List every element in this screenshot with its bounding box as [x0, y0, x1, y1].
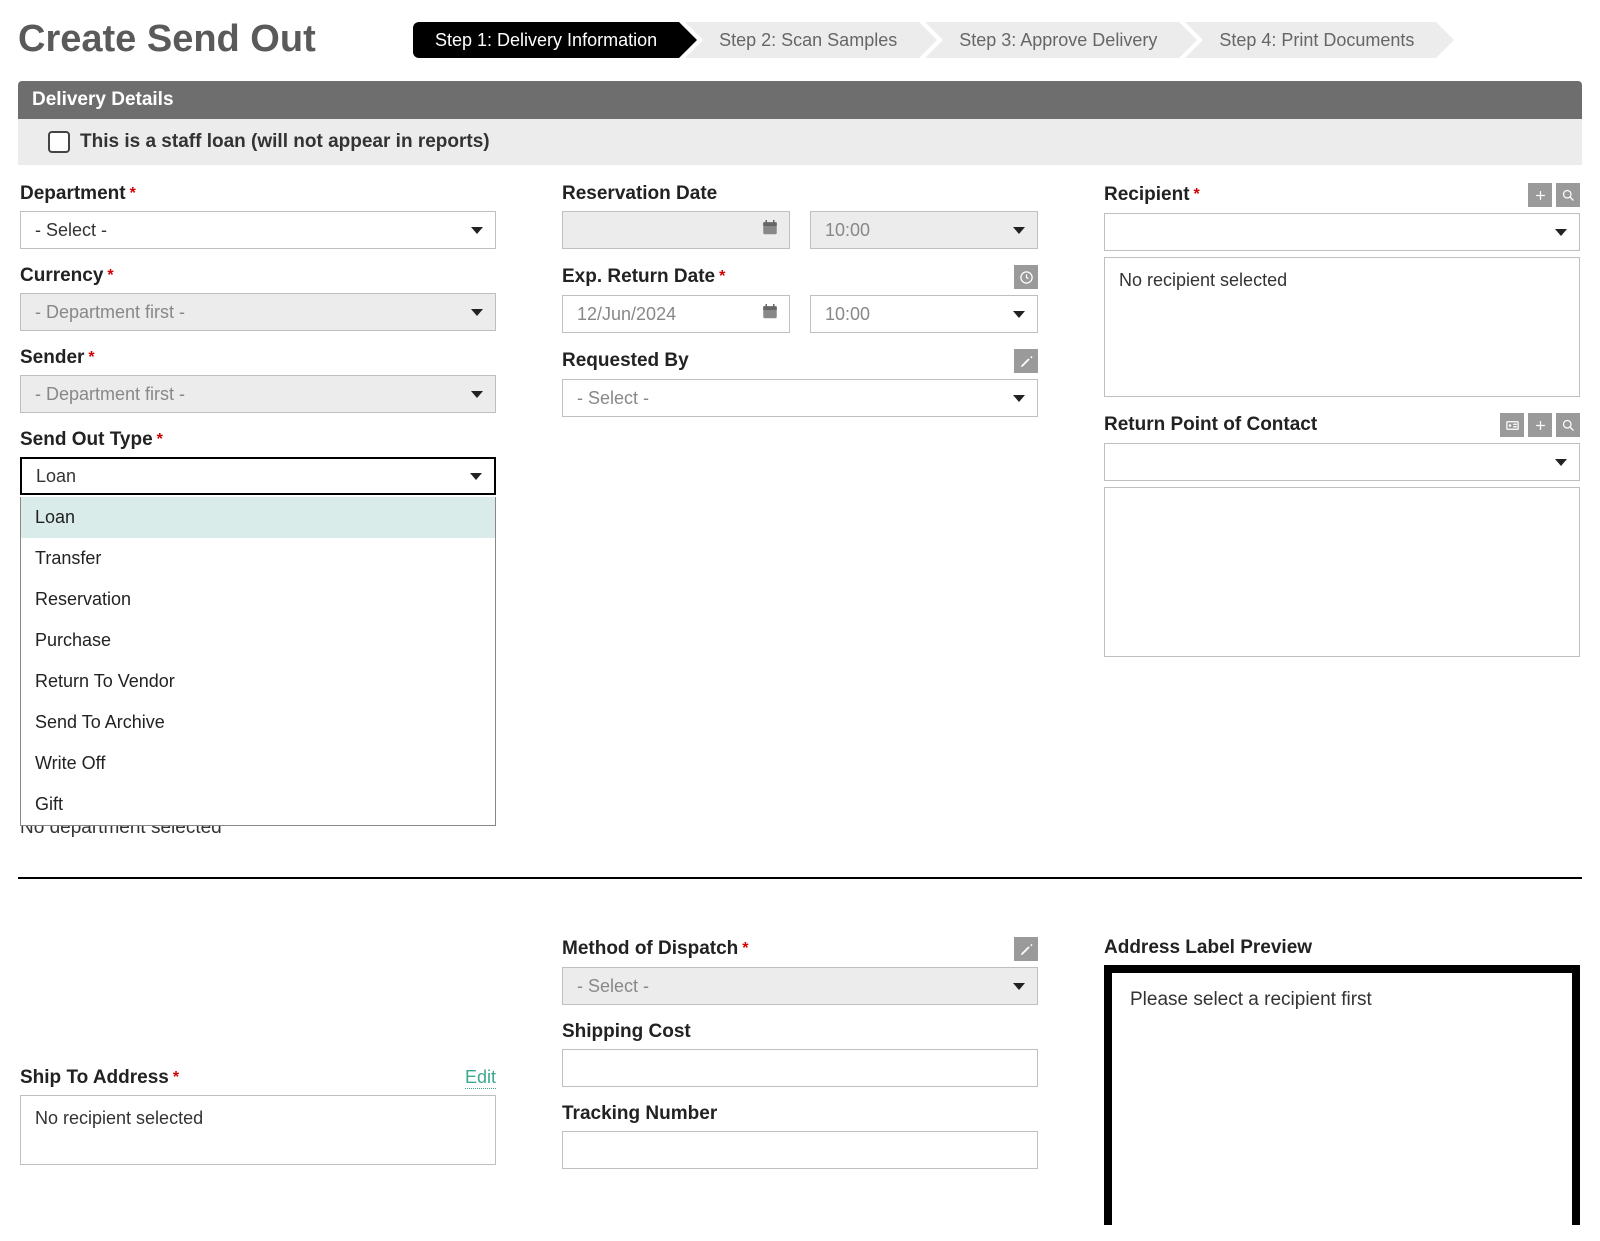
chevron-down-icon — [1013, 311, 1025, 318]
sender-label: Sender — [20, 347, 84, 369]
section-header-delivery-details: Delivery Details — [18, 81, 1582, 119]
chevron-down-icon — [1013, 395, 1025, 402]
exp-return-date-value: 12/Jun/2024 — [577, 304, 676, 325]
requested-by-select[interactable]: - Select - — [562, 379, 1038, 417]
sendout-option-send-to-archive[interactable]: Send To Archive — [21, 702, 495, 743]
department-label: Department — [20, 183, 126, 205]
chevron-down-icon — [471, 391, 483, 398]
exp-return-time-select[interactable]: 10:00 — [810, 295, 1038, 333]
sendout-type-select[interactable]: Loan Loan Transfer Reservation Purchase … — [20, 457, 496, 495]
plus-icon[interactable] — [1528, 183, 1552, 207]
chevron-down-icon — [1555, 229, 1567, 236]
return-contact-box — [1104, 487, 1580, 657]
plus-icon[interactable] — [1528, 413, 1552, 437]
ship-to-text: No recipient selected — [35, 1108, 203, 1128]
reservation-time-value: 10:00 — [825, 220, 870, 241]
reservation-time-select[interactable]: 10:00 — [810, 211, 1038, 249]
address-preview-box: Please select a recipient first — [1104, 965, 1580, 1225]
chevron-down-icon — [471, 309, 483, 316]
required-marker: * — [107, 267, 113, 285]
required-marker: * — [130, 185, 136, 203]
required-marker: * — [719, 268, 725, 286]
required-marker: * — [157, 431, 163, 449]
calendar-icon — [761, 219, 779, 242]
exp-return-time-value: 10:00 — [825, 304, 870, 325]
tracking-number-label: Tracking Number — [562, 1103, 717, 1125]
pencil-icon[interactable] — [1014, 349, 1038, 373]
department-select[interactable]: - Select - — [20, 211, 496, 249]
chevron-down-icon — [471, 227, 483, 234]
address-preview-text: Please select a recipient first — [1130, 989, 1372, 1010]
step-1[interactable]: Step 1: Delivery Information — [413, 22, 679, 58]
currency-select[interactable]: - Department first - — [20, 293, 496, 331]
recipient-box-text: No recipient selected — [1119, 270, 1287, 290]
chevron-down-icon — [1013, 227, 1025, 234]
chevron-down-icon — [1555, 459, 1567, 466]
method-dispatch-select[interactable]: - Select - — [562, 967, 1038, 1005]
sendout-option-loan[interactable]: Loan — [21, 497, 495, 538]
shipping-cost-input[interactable] — [562, 1049, 1038, 1087]
ship-to-box: No recipient selected — [20, 1095, 496, 1165]
chevron-down-icon — [470, 473, 482, 480]
required-marker: * — [1194, 186, 1200, 204]
address-preview-label: Address Label Preview — [1104, 937, 1312, 959]
reservation-date-label: Reservation Date — [562, 183, 717, 205]
divider — [18, 877, 1582, 879]
sender-value: - Department first - — [35, 384, 185, 405]
recipient-box: No recipient selected — [1104, 257, 1580, 397]
sendout-option-write-off[interactable]: Write Off — [21, 743, 495, 784]
sendout-option-gift[interactable]: Gift — [21, 784, 495, 825]
contact-card-icon[interactable] — [1500, 413, 1524, 437]
shipping-cost-label: Shipping Cost — [562, 1021, 691, 1043]
sendout-option-purchase[interactable]: Purchase — [21, 620, 495, 661]
currency-value: - Department first - — [35, 302, 185, 323]
edit-link[interactable]: Edit — [465, 1067, 496, 1089]
staff-loan-checkbox[interactable] — [48, 131, 70, 153]
step-4[interactable]: Step 4: Print Documents — [1185, 22, 1436, 58]
method-dispatch-value: - Select - — [577, 976, 649, 997]
sendout-type-dropdown: Loan Transfer Reservation Purchase Retur… — [20, 497, 496, 826]
required-marker: * — [173, 1069, 179, 1087]
search-icon[interactable] — [1556, 183, 1580, 207]
exp-return-date-input[interactable]: 12/Jun/2024 — [562, 295, 790, 333]
sender-select[interactable]: - Department first - — [20, 375, 496, 413]
step-wizard: Step 1: Delivery Information Step 2: Sca… — [413, 22, 1582, 58]
sendout-type-value: Loan — [36, 466, 76, 487]
calendar-icon — [761, 303, 779, 326]
search-icon[interactable] — [1556, 413, 1580, 437]
recipient-select[interactable] — [1104, 213, 1580, 251]
requested-by-label: Requested By — [562, 350, 689, 372]
sendout-option-reservation[interactable]: Reservation — [21, 579, 495, 620]
required-marker: * — [88, 349, 94, 367]
recipient-label: Recipient — [1104, 184, 1190, 206]
page-title: Create Send Out — [18, 18, 413, 61]
requested-by-value: - Select - — [577, 388, 649, 409]
chevron-down-icon — [1013, 983, 1025, 990]
step-3[interactable]: Step 3: Approve Delivery — [925, 22, 1179, 58]
reservation-date-input[interactable] — [562, 211, 790, 249]
tracking-number-input[interactable] — [562, 1131, 1038, 1169]
sendout-type-label: Send Out Type — [20, 429, 153, 451]
return-contact-select[interactable] — [1104, 443, 1580, 481]
pencil-icon[interactable] — [1014, 937, 1038, 961]
staff-loan-row: This is a staff loan (will not appear in… — [18, 119, 1582, 165]
staff-loan-label[interactable]: This is a staff loan (will not appear in… — [80, 131, 490, 153]
sendout-option-return-to-vendor[interactable]: Return To Vendor — [21, 661, 495, 702]
department-value: - Select - — [35, 220, 107, 241]
return-contact-label: Return Point of Contact — [1104, 414, 1317, 436]
ship-to-label: Ship To Address — [20, 1067, 169, 1089]
step-2[interactable]: Step 2: Scan Samples — [685, 22, 919, 58]
exp-return-date-label: Exp. Return Date — [562, 266, 715, 288]
clock-icon[interactable] — [1014, 265, 1038, 289]
method-dispatch-label: Method of Dispatch — [562, 938, 738, 960]
sendout-option-transfer[interactable]: Transfer — [21, 538, 495, 579]
required-marker: * — [742, 940, 748, 958]
currency-label: Currency — [20, 265, 103, 287]
